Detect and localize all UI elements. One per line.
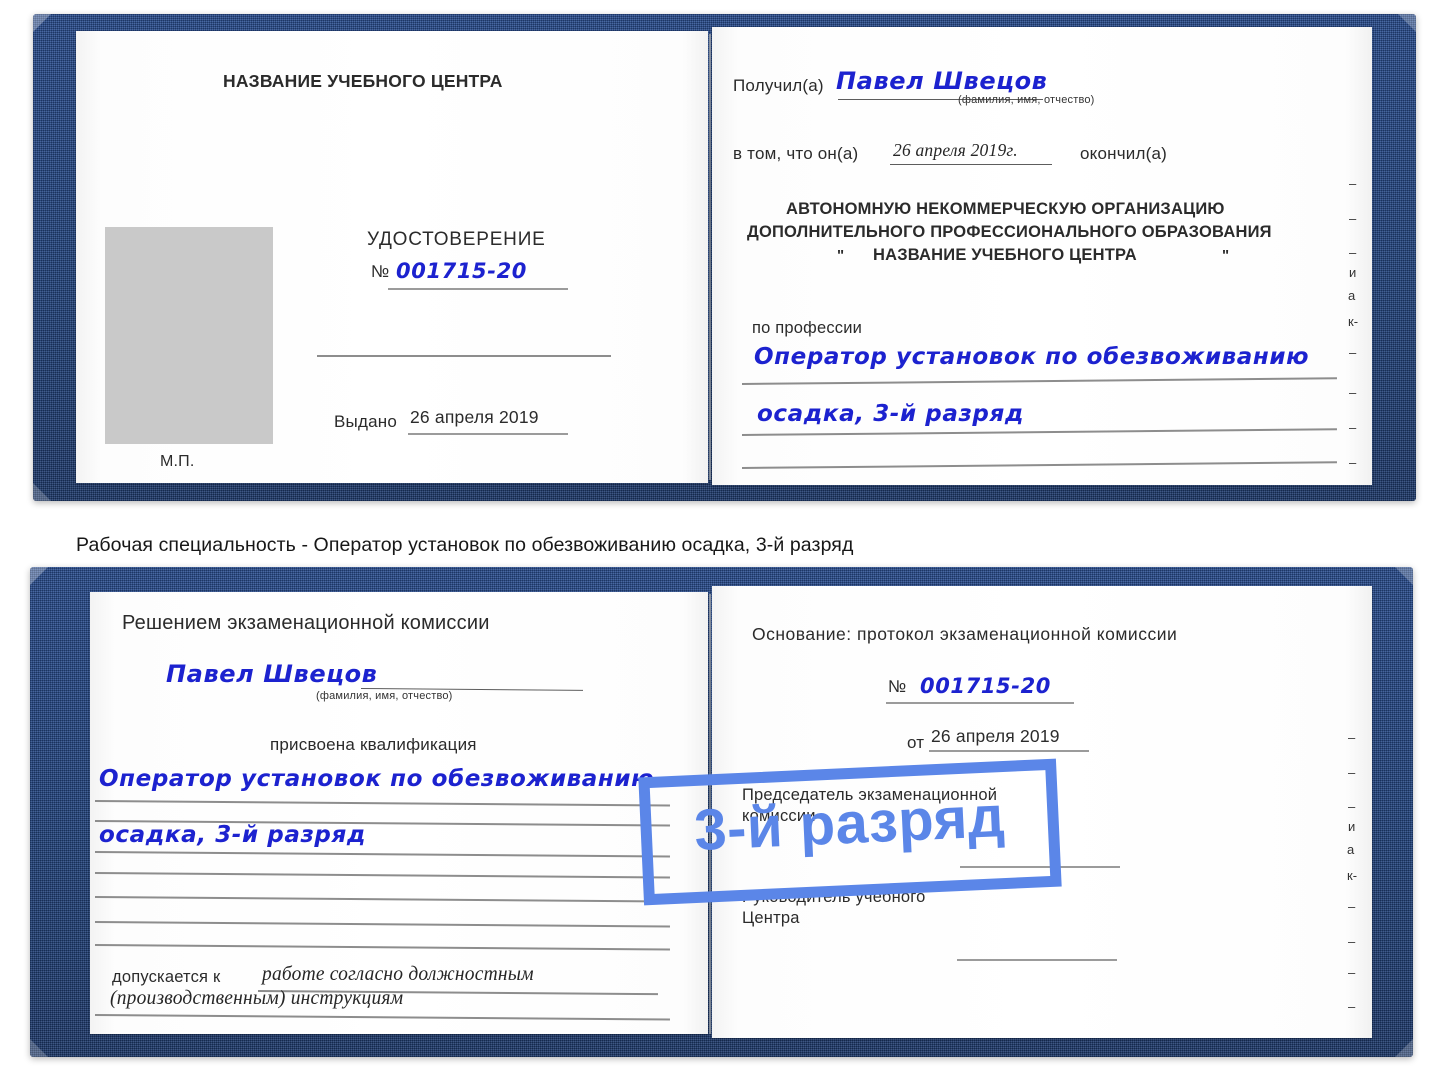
- number-symbol-bottom: №: [888, 677, 907, 696]
- edge-fragment-b3: –: [1348, 799, 1356, 814]
- admitted-line-2: (производственным) инструкциям: [110, 988, 404, 1009]
- cover-corner-fold-tr: [1398, 14, 1416, 32]
- protocol-number-rule: [886, 702, 1074, 704]
- edge-fragment-b4: и: [1348, 819, 1356, 834]
- photo-placeholder: [105, 227, 273, 444]
- edge-fragment-b1: –: [1348, 730, 1356, 745]
- profession-label: по профессии: [752, 319, 863, 337]
- graduated-label: окончил(а): [1080, 144, 1167, 163]
- issued-label: Выдано: [334, 412, 397, 431]
- protocol-date-rule: [929, 750, 1089, 752]
- admitted-line-1: работе согласно должностным: [262, 964, 534, 985]
- issued-date-rule: [408, 433, 568, 435]
- cover-corner-fold-tl: [33, 14, 51, 32]
- page-caption: Рабочая специальность - Оператор установ…: [76, 534, 854, 556]
- cover-corner-fold-tr-2: [1395, 567, 1413, 585]
- number-symbol-top-left: №: [371, 262, 390, 281]
- org-line-2: ДОПОЛНИТЕЛЬНОГО ПРОФЕССИОНАЛЬНОГО ОБРАЗО…: [747, 223, 1272, 241]
- recipient-label: Получил(а): [733, 76, 824, 95]
- number-rule-top: [388, 288, 568, 290]
- stamp-label: М.П.: [160, 453, 195, 470]
- edge-fragment-b5: а: [1347, 842, 1355, 857]
- cover-corner-fold-bl-2: [30, 1039, 48, 1057]
- qualification-label: присвоена квалификация: [270, 735, 477, 754]
- edge-fragment-b8: –: [1348, 934, 1356, 949]
- protocol-number: 001715-20: [920, 674, 1052, 698]
- edge-fragment-5: а: [1348, 288, 1356, 303]
- training-center-title-top: НАЗВАНИЕ УЧЕБНОГО ЦЕНТРА: [223, 71, 503, 91]
- head-line-2: Центра: [742, 909, 800, 927]
- recipient-name-bottom: Павел Швецов: [166, 660, 378, 688]
- document-title-top: УДОСТОВЕРЕНИЕ: [367, 229, 546, 250]
- from-label: от: [907, 733, 925, 752]
- certificate-scan-page: НАЗВАНИЕ УЧЕБНОГО ЦЕНТРА УДОСТОВЕРЕНИЕ №…: [0, 0, 1448, 1085]
- admitted-label: допускается к: [112, 968, 221, 986]
- completion-date-rule: [890, 164, 1052, 166]
- fio-hint-bottom: (фамилия, имя, отчество): [316, 690, 453, 702]
- that-he-label: в том, что он(а): [733, 144, 859, 163]
- cover-corner-fold-tl-2: [30, 567, 48, 585]
- blank-rule-top-left: [317, 355, 611, 357]
- edge-fragment-7: –: [1349, 345, 1357, 360]
- org-quote-open: ": [837, 247, 845, 264]
- issued-date: 26 апреля 2019: [410, 407, 539, 427]
- edge-fragment-1: –: [1349, 176, 1357, 191]
- edge-fragment-b2: –: [1348, 765, 1356, 780]
- edge-fragment-b10: –: [1348, 999, 1356, 1014]
- profession-line-1: Оператор установок по обезвоживанию: [754, 344, 1310, 370]
- org-line-1: АВТОНОМНУЮ НЕКОММЕРЧЕСКУЮ ОРГАНИЗАЦИЮ: [786, 200, 1225, 218]
- edge-fragment-6: к-: [1348, 314, 1359, 329]
- org-quote-close: ": [1222, 247, 1230, 264]
- fio-hint-top: (фамилия, имя, отчество): [958, 94, 1095, 106]
- edge-fragment-8: –: [1349, 385, 1357, 400]
- edge-fragment-3: –: [1349, 245, 1357, 260]
- edge-fragment-b6: к-: [1347, 868, 1358, 883]
- profession-line-2: осадка, 3-й разряд: [757, 401, 1025, 427]
- org-name: НАЗВАНИЕ УЧЕБНОГО ЦЕНТРА: [873, 246, 1137, 264]
- edge-fragment-9: –: [1349, 420, 1357, 435]
- cover-corner-fold-bl: [33, 483, 51, 501]
- edge-fragment-b7: –: [1348, 899, 1356, 914]
- edge-fragment-10: –: [1349, 455, 1357, 470]
- basis-label: Основание: протокол экзаменационной коми…: [752, 624, 1178, 644]
- top-spine-gutter: [709, 34, 711, 480]
- cover-corner-fold-br-2: [1395, 1039, 1413, 1057]
- edge-fragment-4: и: [1349, 265, 1357, 280]
- head-signature-rule: [957, 959, 1117, 961]
- edge-fragment-2: –: [1349, 211, 1357, 226]
- qualification-line-2: осадка, 3-й разряд: [99, 822, 367, 848]
- rank-watermark-badge: 3-й разряд: [638, 758, 1062, 906]
- decision-heading: Решением экзаменационной комиссии: [122, 612, 490, 634]
- protocol-date: 26 апреля 2019: [931, 726, 1060, 746]
- recipient-name-top: Павел Швецов: [836, 67, 1048, 95]
- edge-fragment-b9: –: [1348, 965, 1356, 980]
- qualification-line-1: Оператор установок по обезвоживанию: [99, 766, 655, 792]
- completion-date: 26 апреля 2019г.: [893, 140, 1018, 160]
- certificate-number-top: 001715-20: [396, 259, 528, 283]
